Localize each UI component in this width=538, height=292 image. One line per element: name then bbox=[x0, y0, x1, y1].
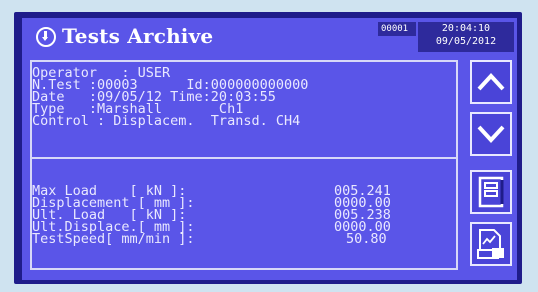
control-row: Control : Displacem. Transd. CH4 bbox=[32, 113, 301, 129]
chevron-down-icon bbox=[477, 125, 505, 143]
record-id-badge: 00001 bbox=[378, 22, 416, 36]
scroll-down-button[interactable] bbox=[470, 112, 512, 156]
panel-divider bbox=[30, 157, 458, 159]
result-label-test-speed: TestSpeed[ mm/min ]: bbox=[32, 231, 195, 247]
memory-button[interactable] bbox=[470, 170, 512, 214]
clock-display: 20:04:10 09/05/2012 bbox=[418, 22, 514, 52]
lcd-screen: Tests Archive 00001 20:04:10 09/05/2012 … bbox=[22, 18, 517, 280]
download-icon bbox=[36, 27, 56, 47]
title-bar: Tests Archive 00001 20:04:10 09/05/2012 bbox=[22, 18, 517, 58]
clock-date: 09/05/2012 bbox=[435, 36, 497, 47]
clock-time: 20:04:10 bbox=[441, 23, 491, 34]
print-report-button[interactable] bbox=[470, 222, 512, 266]
memory-card-icon bbox=[478, 176, 504, 208]
scroll-up-button[interactable] bbox=[470, 60, 512, 104]
print-report-icon bbox=[477, 229, 504, 259]
chevron-up-icon bbox=[477, 73, 505, 91]
page-title: Tests Archive bbox=[62, 24, 214, 48]
result-value-test-speed: 50.80 bbox=[346, 231, 387, 247]
